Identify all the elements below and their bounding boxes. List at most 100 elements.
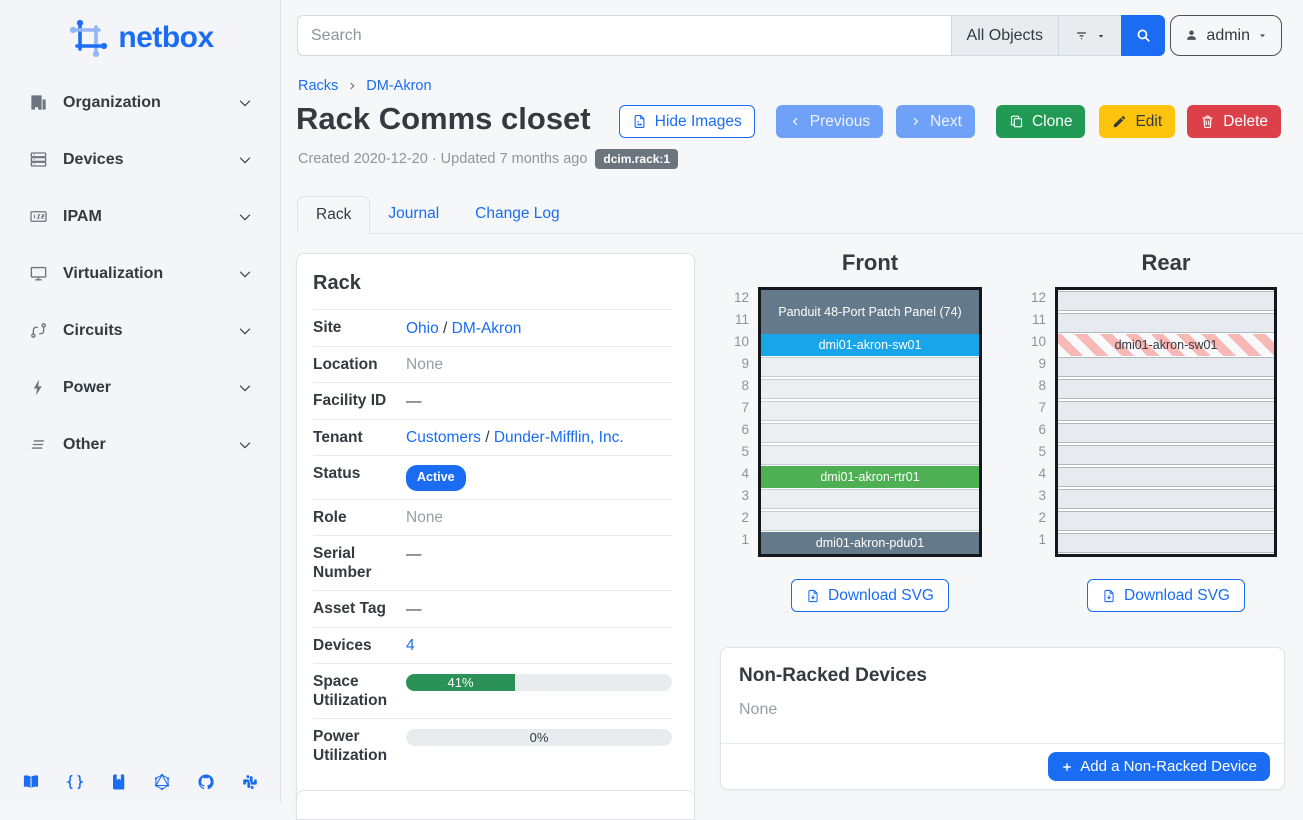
sidebar-footer (0, 773, 281, 791)
field-link-dm-akron[interactable]: DM-Akron (452, 320, 522, 337)
pencil-icon (1112, 114, 1127, 129)
rear-download-svg-button[interactable]: Download SVG (1087, 579, 1245, 612)
front-download-svg-button[interactable]: Download SVG (791, 579, 949, 612)
sidebar-item-virtualization[interactable]: Virtualization (0, 245, 280, 302)
rack-device-dmi01-akron-sw01[interactable]: dmi01-akron-sw01 (1058, 334, 1274, 356)
field-link-customers[interactable]: Customers (406, 429, 481, 446)
non-racked-devices-body: None (721, 687, 1284, 743)
field-link-dunder-mifflin-inc[interactable]: Dunder-Mifflin, Inc. (494, 429, 624, 446)
sidebar-item-circuits[interactable]: Circuits (0, 302, 280, 359)
empty-rack-slot-u7[interactable] (761, 401, 979, 421)
empty-rack-slot-u9[interactable] (761, 357, 979, 377)
chevron-down-icon (236, 151, 254, 169)
tab-change-log[interactable]: Change Log (457, 195, 577, 233)
unit-number: 1 (720, 529, 749, 551)
search-submit-button[interactable] (1121, 15, 1165, 56)
edit-button[interactable]: Edit (1099, 105, 1175, 138)
github-icon[interactable] (197, 773, 215, 791)
object-id-badge: dcim.rack:1 (595, 149, 678, 169)
unit-number: 1 (1017, 529, 1046, 551)
empty-rack-slot-u9[interactable] (1058, 357, 1274, 377)
field-text: None (406, 509, 443, 526)
rest-api-braces-icon[interactable] (66, 773, 84, 791)
sidebar-item-other[interactable]: Other (0, 416, 280, 473)
api-docs-book-icon[interactable] (110, 773, 128, 791)
empty-rack-slot-u6[interactable] (761, 423, 979, 443)
docs-book-icon[interactable] (22, 773, 40, 791)
unit-number: 4 (1017, 463, 1046, 485)
add-non-racked-device-button[interactable]: Add a Non-Racked Device (1048, 752, 1270, 781)
sidebar-item-label: Other (63, 436, 106, 454)
next-button[interactable]: Next (896, 105, 975, 138)
front-elevation: Front 121110987654321 Panduit 48-Port Pa… (720, 250, 982, 612)
clone-button[interactable]: Clone (996, 105, 1086, 138)
empty-rack-slot-u3[interactable] (761, 489, 979, 509)
empty-rack-slot-u8[interactable] (1058, 379, 1274, 399)
unit-number: 10 (720, 331, 749, 353)
trash-icon (1200, 114, 1215, 129)
person-icon (1184, 28, 1199, 43)
delete-button[interactable]: Delete (1187, 105, 1281, 138)
empty-rack-slot-u1[interactable] (1058, 533, 1274, 553)
rack-device-dmi01-akron-sw01[interactable]: dmi01-akron-sw01 (761, 334, 979, 356)
next-panel-partial (296, 790, 695, 820)
netbox-logo[interactable]: netbox (0, 12, 280, 64)
field-row-space-utilization: Space Utilization41% (313, 663, 672, 718)
field-label: Role (313, 508, 406, 527)
empty-rack-slot-u8[interactable] (761, 379, 979, 399)
sidebar-item-ipam[interactable]: IPAM (0, 188, 280, 245)
field-value: 4 (406, 636, 672, 656)
empty-rack-slot-u7[interactable] (1058, 401, 1274, 421)
search-input[interactable] (297, 15, 951, 56)
front-unit-numbers: 121110987654321 (720, 287, 758, 557)
sidebar-item-organization[interactable]: Organization (0, 74, 280, 131)
hide-images-button[interactable]: Hide Images (619, 105, 755, 138)
unit-number: 11 (720, 309, 749, 331)
search-filter-button[interactable] (1058, 15, 1121, 56)
download-svg-label: Download SVG (1124, 587, 1230, 605)
monitor-icon (29, 264, 48, 283)
empty-rack-slot-u4[interactable] (1058, 467, 1274, 487)
field-value: Active (406, 464, 672, 491)
field-link-ohio[interactable]: Ohio (406, 320, 439, 337)
object-type-button[interactable]: All Objects (951, 15, 1058, 56)
netbox-logo-text: netbox (118, 21, 213, 55)
rack-device-dmi01-akron-rtr01[interactable]: dmi01-akron-rtr01 (761, 466, 979, 488)
empty-rack-slot-u5[interactable] (1058, 445, 1274, 465)
progress-fill: 41% (406, 674, 515, 691)
action-buttons: Hide Images Previous Next Clone Edit Del… (619, 105, 1281, 138)
unit-number: 6 (720, 419, 749, 441)
field-row-location: LocationNone (313, 346, 672, 383)
tab-journal[interactable]: Journal (370, 195, 457, 233)
rack-device-panduit-48-port-patch-panel-74[interactable]: Panduit 48-Port Patch Panel (74) (761, 290, 979, 334)
rack-device-dmi01-akron-pdu01[interactable]: dmi01-akron-pdu01 (761, 532, 979, 554)
field-label: Serial Number (313, 544, 406, 582)
unit-number: 5 (720, 441, 749, 463)
field-value: Customers / Dunder-Mifflin, Inc. (406, 428, 672, 448)
empty-rack-slot-u2[interactable] (761, 511, 979, 531)
graphql-icon[interactable] (153, 773, 171, 791)
empty-rack-slot-u11[interactable] (1058, 313, 1274, 333)
user-menu-button[interactable]: admin (1170, 15, 1282, 56)
slack-icon[interactable] (241, 773, 259, 791)
rack-panel: Rack SiteOhio / DM-AkronLocationNoneFaci… (296, 253, 695, 802)
sidebar-item-label: Power (63, 379, 111, 397)
rack-detail-table: SiteOhio / DM-AkronLocationNoneFacility … (313, 309, 672, 773)
tab-rack[interactable]: Rack (297, 196, 370, 234)
field-text: — (406, 393, 422, 410)
sidebar-item-power[interactable]: Power (0, 359, 280, 416)
unit-number: 3 (1017, 485, 1046, 507)
sidebar-item-devices[interactable]: Devices (0, 131, 280, 188)
empty-rack-slot-u6[interactable] (1058, 423, 1274, 443)
field-link-devices[interactable]: 4 (406, 637, 415, 654)
unit-number: 3 (720, 485, 749, 507)
empty-rack-slot-u12[interactable] (1058, 291, 1274, 311)
previous-button[interactable]: Previous (776, 105, 883, 138)
copy-icon (1009, 114, 1024, 129)
empty-rack-slot-u3[interactable] (1058, 489, 1274, 509)
breadcrumb-link-racks[interactable]: Racks (298, 78, 338, 94)
file-image-icon (632, 114, 647, 129)
empty-rack-slot-u2[interactable] (1058, 511, 1274, 531)
breadcrumb-link-site[interactable]: DM-Akron (366, 78, 431, 94)
empty-rack-slot-u5[interactable] (761, 445, 979, 465)
